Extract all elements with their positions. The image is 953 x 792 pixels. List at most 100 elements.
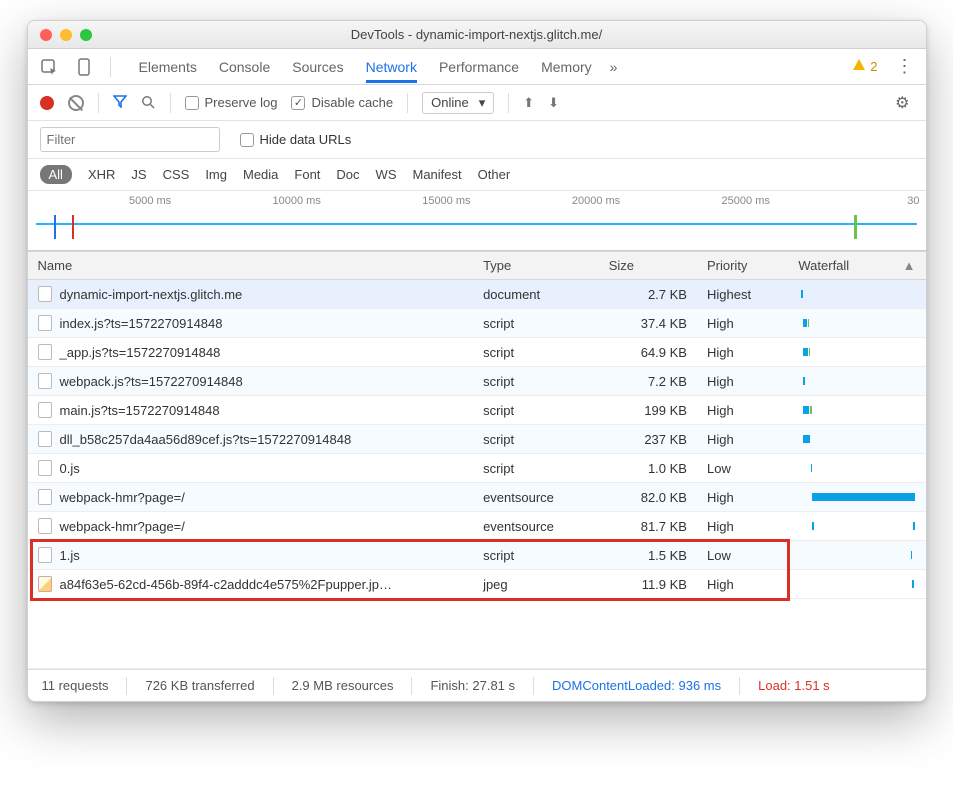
table-row[interactable]: webpack.js?ts=1572270914848script7.2 KBH… — [28, 367, 926, 396]
requests-table-wrap: Name Type Size Priority Waterfall ▲ dyna… — [28, 251, 926, 669]
titlebar: DevTools - dynamic-import-nextjs.glitch.… — [28, 21, 926, 49]
filter-chip-all[interactable]: All — [40, 165, 72, 184]
tab-elements[interactable]: Elements — [139, 51, 197, 83]
waterfall-cell — [798, 546, 915, 564]
tab-performance[interactable]: Performance — [439, 51, 519, 83]
document-icon — [38, 518, 52, 534]
settings-icon[interactable]: ⚙ — [895, 93, 913, 113]
timeline-overview[interactable]: 5000 ms10000 ms15000 ms20000 ms25000 ms3… — [28, 191, 926, 251]
requests-table: Name Type Size Priority Waterfall ▲ dyna… — [28, 251, 926, 599]
table-row[interactable]: 1.jsscript1.5 KBLow — [28, 541, 926, 570]
device-icon[interactable] — [76, 58, 92, 76]
tab-memory[interactable]: Memory — [541, 51, 592, 83]
table-row[interactable]: webpack-hmr?page=/eventsource82.0 KBHigh — [28, 483, 926, 512]
record-button[interactable] — [40, 96, 54, 110]
request-name: dll_b58c257da4aa56d89cef.js?ts=157227091… — [60, 432, 352, 447]
request-type: eventsource — [473, 512, 599, 541]
hide-data-urls-label: Hide data URLs — [260, 132, 352, 147]
waterfall-cell — [798, 314, 915, 332]
search-icon[interactable] — [141, 95, 156, 110]
disable-cache-checkbox[interactable]: Disable cache — [291, 95, 393, 110]
column-priority[interactable]: Priority — [697, 252, 788, 280]
inspect-icon[interactable] — [40, 58, 58, 76]
more-tabs-button[interactable]: » — [610, 51, 618, 83]
maximize-window-button[interactable] — [80, 29, 92, 41]
tab-network[interactable]: Network — [366, 51, 417, 83]
warning-icon — [852, 58, 866, 75]
waterfall-cell — [798, 372, 915, 390]
filter-chip-xhr[interactable]: XHR — [88, 167, 115, 182]
request-priority: Highest — [697, 280, 788, 309]
hide-data-urls-checkbox[interactable]: Hide data URLs — [240, 132, 352, 147]
document-icon — [38, 344, 52, 360]
preserve-log-checkbox[interactable]: Preserve log — [185, 95, 278, 110]
download-icon[interactable]: ⬇ — [548, 95, 559, 111]
waterfall-cell — [798, 488, 915, 506]
filter-chip-media[interactable]: Media — [243, 167, 278, 182]
document-icon — [38, 489, 52, 505]
tab-sources[interactable]: Sources — [292, 51, 343, 83]
timeline-tick: 25000 ms — [626, 195, 776, 207]
filter-chip-js[interactable]: JS — [131, 167, 146, 182]
request-priority: Low — [697, 454, 788, 483]
table-row[interactable]: webpack-hmr?page=/ eventsource81.7 KBHigh — [28, 512, 926, 541]
timeline-tick: 5000 ms — [28, 195, 178, 207]
table-row[interactable]: main.js?ts=1572270914848script199 KBHigh — [28, 396, 926, 425]
throttling-value: Online — [431, 95, 469, 110]
status-load: Load: 1.51 s — [758, 678, 830, 693]
filter-chip-css[interactable]: CSS — [163, 167, 190, 182]
request-size: 199 KB — [599, 396, 697, 425]
clear-button[interactable] — [68, 95, 84, 111]
waterfall-cell — [798, 343, 915, 361]
filter-chip-other[interactable]: Other — [478, 167, 511, 182]
kebab-menu-icon[interactable]: ⋮ — [896, 56, 914, 77]
tab-console[interactable]: Console — [219, 51, 270, 83]
column-name[interactable]: Name — [28, 252, 474, 280]
upload-icon[interactable]: ⬆ — [523, 95, 534, 111]
table-row[interactable]: 0.jsscript1.0 KBLow — [28, 454, 926, 483]
request-size: 1.5 KB — [599, 541, 697, 570]
request-name: webpack-hmr?page=/ — [60, 490, 185, 505]
request-type: script — [473, 396, 599, 425]
request-size: 7.2 KB — [599, 367, 697, 396]
timeline-tick: 20000 ms — [477, 195, 627, 207]
request-priority: High — [697, 512, 788, 541]
warnings-badge[interactable]: 2 — [852, 58, 877, 75]
panel-tabs: Elements Console Sources Network Performance… — [139, 51, 592, 83]
filter-input[interactable] — [40, 127, 220, 152]
filter-chip-doc[interactable]: Doc — [336, 167, 359, 182]
request-name: 1.js — [60, 548, 80, 563]
network-toolbar: Preserve log Disable cache Online ▾ ⬆ ⬇ … — [28, 85, 926, 121]
table-row[interactable]: dll_b58c257da4aa56d89cef.js?ts=157227091… — [28, 425, 926, 454]
table-row[interactable]: _app.js?ts=1572270914848script64.9 KBHig… — [28, 338, 926, 367]
panel-tabs-row: Elements Console Sources Network Performance… — [28, 49, 926, 85]
request-name: webpack-hmr?page=/ — [60, 519, 185, 534]
request-name: dynamic-import-nextjs.glitch.me — [60, 287, 243, 302]
table-row[interactable]: dynamic-import-nextjs.glitch.medocument2… — [28, 280, 926, 309]
status-transferred: 726 KB transferred — [145, 678, 254, 693]
table-row[interactable]: a84f63e5-62cd-456b-89f4-c2adddc4e575%2Fp… — [28, 570, 926, 599]
request-size: 2.7 KB — [599, 280, 697, 309]
close-window-button[interactable] — [40, 29, 52, 41]
column-waterfall[interactable]: Waterfall ▲ — [788, 252, 925, 280]
filter-chip-ws[interactable]: WS — [376, 167, 397, 182]
document-icon — [38, 547, 52, 563]
column-size[interactable]: Size — [599, 252, 697, 280]
filter-icon[interactable] — [113, 94, 127, 112]
table-row[interactable]: index.js?ts=1572270914848script37.4 KBHi… — [28, 309, 926, 338]
throttling-select[interactable]: Online ▾ — [422, 92, 494, 114]
request-size: 37.4 KB — [599, 309, 697, 338]
waterfall-cell — [798, 430, 915, 448]
column-type[interactable]: Type — [473, 252, 599, 280]
chevron-down-icon: ▾ — [479, 95, 486, 111]
request-name: webpack.js?ts=1572270914848 — [60, 374, 243, 389]
timeline-tick: 30 — [776, 195, 926, 207]
minimize-window-button[interactable] — [60, 29, 72, 41]
filter-chip-img[interactable]: Img — [205, 167, 227, 182]
waterfall-cell — [798, 459, 915, 477]
waterfall-cell — [798, 575, 915, 593]
disable-cache-label: Disable cache — [311, 95, 393, 110]
filter-chip-manifest[interactable]: Manifest — [413, 167, 462, 182]
filter-chip-font[interactable]: Font — [294, 167, 320, 182]
request-size: 81.7 KB — [599, 512, 697, 541]
